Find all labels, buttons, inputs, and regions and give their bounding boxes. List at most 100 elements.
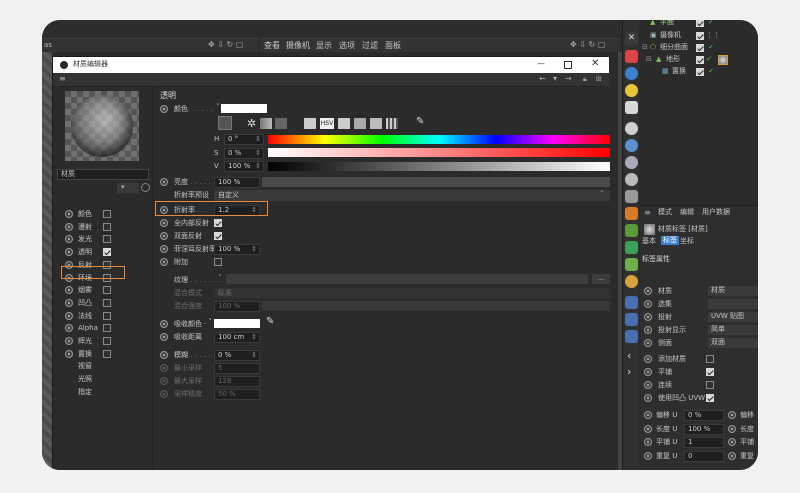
nodes-icon-3[interactable]: [625, 330, 638, 343]
property-value[interactable]: 双面: [708, 338, 758, 348]
maximize-button[interactable]: [564, 61, 572, 69]
kelvin-icon[interactable]: [338, 118, 350, 129]
channel-checkbox[interactable]: [103, 337, 111, 345]
bulb-icon[interactable]: [625, 101, 638, 114]
mixer-icon[interactable]: [354, 118, 366, 129]
subtab-coords[interactable]: 坐标: [680, 238, 694, 245]
gradient-icon[interactable]: [260, 118, 272, 129]
mix-strength-slider[interactable]: [262, 301, 610, 311]
ior-preset-dropdown[interactable]: 自定义 ˅: [214, 190, 610, 201]
hash-icon[interactable]: [370, 118, 382, 129]
nav-icons-2[interactable]: ✥ ⇩ ↻ ▢: [570, 41, 605, 49]
tab-mode[interactable]: 模式: [658, 209, 672, 216]
record-icon[interactable]: [625, 50, 638, 63]
check-box[interactable]: [706, 355, 714, 363]
channel-checkbox[interactable]: [103, 210, 111, 218]
shuffle-icon[interactable]: ✕: [625, 32, 638, 45]
additive-checkbox[interactable]: [214, 258, 222, 266]
tag-check-row[interactable]: 使用凹凸 UVW: [640, 393, 758, 405]
min-samples-field[interactable]: 5: [214, 363, 260, 374]
preview-menu-dropdown[interactable]: ▾: [117, 183, 139, 193]
channel-item[interactable]: 凹凸: [53, 298, 153, 310]
channel-item[interactable]: 颜色: [53, 209, 153, 221]
color-wheel-icon[interactable]: ✲: [247, 118, 256, 129]
menu-display[interactable]: 显示: [316, 42, 332, 50]
channel-item[interactable]: 烟雾: [53, 285, 153, 297]
max-samples-field[interactable]: 128: [214, 376, 260, 387]
tree-item[interactable]: ▲ 平面 ✓: [640, 20, 758, 30]
tree-item[interactable]: ▣ 摄像机 ⋮⋮: [640, 31, 758, 43]
tag-check-row[interactable]: 添加材质: [640, 354, 758, 366]
menu-filter[interactable]: 过滤: [362, 42, 378, 50]
image-picker-icon[interactable]: [275, 118, 287, 129]
check-box[interactable]: [706, 381, 714, 389]
channel-checkbox[interactable]: [103, 311, 111, 320]
chevron-left-icon[interactable]: ‹: [627, 350, 631, 361]
close-button[interactable]: ✕: [591, 59, 599, 69]
channel-item[interactable]: 辉光: [53, 336, 153, 348]
sun-icon[interactable]: [625, 84, 638, 97]
spectrum-icon[interactable]: [218, 116, 232, 130]
tab-userdata[interactable]: 用户数据: [702, 209, 730, 216]
mix-mode-dropdown[interactable]: 标准: [214, 288, 610, 298]
back-arrow-icon[interactable]: ←: [539, 75, 546, 83]
brightness-slider[interactable]: [262, 177, 610, 187]
sphere-grey-icon[interactable]: [625, 156, 638, 169]
cube-icon[interactable]: [625, 190, 638, 203]
saturation-slider[interactable]: [268, 148, 610, 157]
swatches-icon[interactable]: [386, 118, 398, 129]
menu-camera[interactable]: 摄像机: [286, 42, 310, 50]
material-preview[interactable]: [65, 91, 139, 161]
channel-item[interactable]: 发光: [53, 234, 153, 246]
house-icon[interactable]: [625, 207, 638, 220]
value-slider[interactable]: [268, 162, 610, 171]
hsv-field[interactable]: 0 ° ⇕: [224, 134, 264, 145]
accuracy-field[interactable]: 50 %: [214, 389, 260, 400]
sphere-icon[interactable]: [625, 67, 638, 80]
channel-item[interactable]: Alpha: [53, 323, 153, 335]
tree-item[interactable]: ⊟ ⬡ 细分曲面 ✓: [640, 43, 758, 55]
nodes-icon-2[interactable]: [625, 313, 638, 326]
shadow-icon[interactable]: [625, 173, 638, 186]
property-value[interactable]: UVW 贴图: [708, 312, 758, 322]
preview-options-icon[interactable]: [141, 183, 150, 192]
texture-browse-button[interactable]: ...: [592, 274, 610, 284]
channel-item[interactable]: 视窗: [53, 361, 153, 373]
texture-slot[interactable]: [226, 274, 588, 284]
lock-icon[interactable]: 🔒︎: [583, 76, 587, 83]
subtab-basic[interactable]: 基本: [642, 238, 656, 245]
channel-checkbox[interactable]: [103, 235, 111, 244]
globe-icon[interactable]: [625, 139, 638, 152]
menu-options[interactable]: 选项: [339, 42, 355, 50]
tag-check-row[interactable]: 连续: [640, 380, 758, 392]
coord-field[interactable]: 1: [684, 437, 724, 448]
nav-icons[interactable]: ✥ ⇩ ↻ ▢: [208, 41, 243, 49]
property-value[interactable]: 简单: [708, 325, 758, 335]
hsv-field[interactable]: 100 % ⇕: [224, 161, 264, 172]
menu-view[interactable]: 查看: [264, 42, 280, 50]
chevron-right-icon[interactable]: ›: [627, 366, 631, 377]
color-swatch[interactable]: [221, 104, 267, 113]
coord-field[interactable]: 0: [684, 450, 724, 462]
circle-icon[interactable]: [625, 122, 638, 135]
channel-checkbox[interactable]: [103, 298, 111, 307]
minimize-button[interactable]: —: [537, 60, 545, 68]
channel-checkbox[interactable]: [103, 222, 111, 231]
fresnel-field[interactable]: 100 % ⇕: [214, 244, 260, 255]
brightness-field[interactable]: 100 %: [214, 177, 260, 188]
material-name-field[interactable]: 材质: [57, 169, 149, 180]
channel-item[interactable]: 法线: [53, 311, 153, 323]
tag-check-row[interactable]: 平铺: [640, 367, 758, 379]
channel-checkbox[interactable]: [103, 248, 111, 257]
eyedropper-icon[interactable]: ✎: [416, 117, 424, 127]
check-box[interactable]: [706, 368, 714, 376]
tree-icon[interactable]: [625, 241, 638, 254]
channel-checkbox[interactable]: [103, 324, 111, 333]
forward-arrow-icon[interactable]: →: [565, 75, 572, 83]
channel-item[interactable]: 漫射: [53, 222, 153, 234]
hsv-mode-icon[interactable]: HSV: [320, 118, 334, 129]
tree-item[interactable]: ⊟ ▲ 地形 ✓: [640, 55, 758, 67]
channel-checkbox[interactable]: [103, 286, 111, 295]
menu-panel[interactable]: 面板: [385, 42, 401, 50]
nodes-icon[interactable]: [625, 296, 638, 309]
